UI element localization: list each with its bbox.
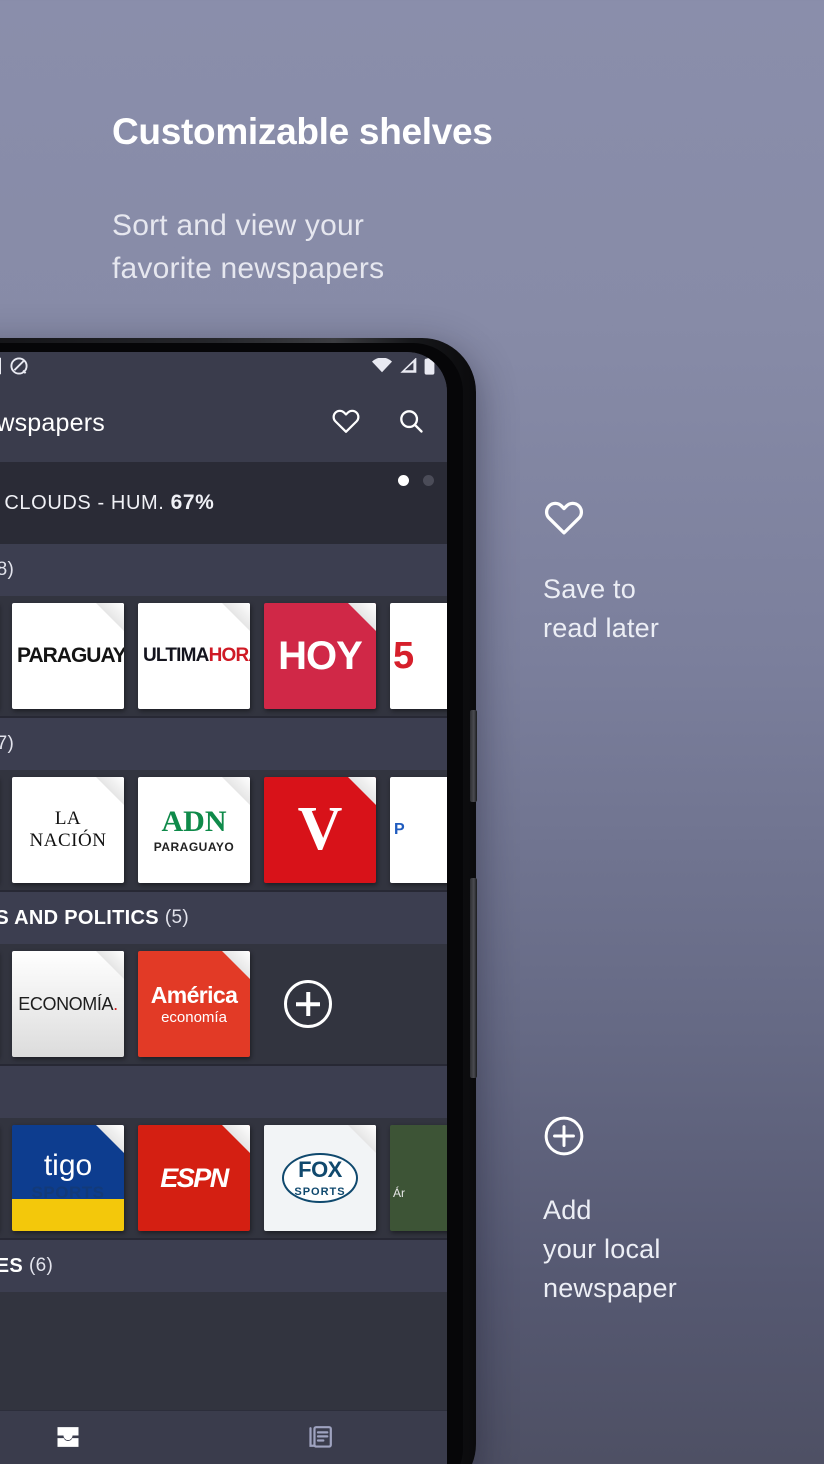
page-fold-icon [348,1125,376,1153]
newspaper-cover[interactable]: LA NACIÓN [12,777,124,883]
inbox-icon [54,1423,82,1456]
phone-screen: Newspapers FEW CLOUDS - HUM. 67% [0,352,447,1464]
newspaper-cover[interactable]: Ár [390,1125,447,1231]
shelf-header[interactable]: TS (6) [0,1066,447,1118]
page-fold-icon [96,777,124,805]
annotation-text: Add your local newspaper [543,1191,677,1308]
newspaper-cover[interactable]: ULTIMAHORA [138,603,250,709]
app-bar-title: Newspapers [0,408,105,437]
heart-outline-icon [543,498,659,541]
shelf-count: (5) [164,907,190,928]
power-button[interactable] [470,878,477,1078]
signal-icon [399,357,417,378]
sd-card-icon [0,357,1,380]
article-icon [307,1423,335,1456]
newspaper-cover[interactable]: V [264,777,376,883]
weather-humidity: 67% [170,491,215,514]
plus-circle-icon [543,1115,677,1162]
newspaper-cover[interactable]: 5 [390,603,447,709]
shelf-count: (8) [0,559,15,580]
annotation-text: Save to read later [543,570,659,648]
page-fold-icon [96,951,124,979]
weather-pagination-dots[interactable] [398,475,434,486]
newspaper-cover[interactable]: HOY [264,603,376,709]
app-bar: Newspapers [0,384,447,462]
shelf-list: RAL (8) LOR C PARAGUAY.com ULTIMAH [0,544,447,1414]
shelf-header[interactable]: RAL (8) [0,544,447,596]
status-bar [0,352,447,384]
newspaper-cover[interactable]: América economía [138,951,250,1057]
nav-item-newspapers[interactable]: Newspapers [0,1423,195,1464]
shelf-label: OMICS AND POLITICS [0,906,159,929]
app-bar-actions [331,407,425,440]
newspaper-cover[interactable]: FOX SPORTS [264,1125,376,1231]
newspaper-cover[interactable]: ESPN [138,1125,250,1231]
wifi-icon [372,357,392,378]
annotation-line-1: Add [543,1195,592,1225]
shelf-header[interactable]: NAL (7) [0,718,447,770]
phone-mockup: Newspapers FEW CLOUDS - HUM. 67% [0,338,477,1464]
newspaper-cover[interactable]: tigo SPORTS [12,1125,124,1231]
shelf-header[interactable]: RDITIES (6) [0,1240,447,1292]
shelf-row[interactable]: LUS + ECONOMÍA. Américaeconomía [0,944,447,1066]
add-newspaper-button[interactable] [284,980,332,1028]
do-not-disturb-icon [10,356,28,380]
page-title: Customizable shelves [112,111,493,152]
subtitle-line-1: Sort and view your [112,209,365,242]
status-bar-right-icons [372,356,435,380]
weather-condition: FEW CLOUDS - HUM. [0,492,165,514]
shelf-row[interactable] [0,1292,447,1414]
shelf-row[interactable]: LOR C PARAGUAY.com ULTIMAHORA HOY [0,596,447,718]
page-fold-icon [222,951,250,979]
shelf-count: (7) [0,733,15,754]
newspaper-cover[interactable]: ECONOMÍA. [12,951,124,1057]
weather-text: FEW CLOUDS - HUM. 67% [0,491,214,515]
annotation-line-2: your local [543,1234,661,1265]
volume-button[interactable] [470,710,477,802]
shelf-row[interactable]: D tigoSPORTS ESPN FOXSPORTS [0,1118,447,1240]
favorites-button[interactable] [331,407,361,439]
page-fold-icon [348,603,376,631]
page-fold-icon [348,777,376,805]
newspaper-cover[interactable]: ADN PARAGUAYO [138,777,250,883]
nav-item-covers[interactable]: Covers [195,1423,448,1464]
page-fold-icon [222,777,250,805]
shelf-header[interactable]: OMICS AND POLITICS (5) [0,892,447,944]
annotation-line-2: read later [543,613,660,644]
shelf-row[interactable]: RA LA NACIÓN ADNPARAGUAYO V P [0,770,447,892]
annotation-save-to-read-later: Save to read later [543,498,659,648]
search-icon[interactable] [397,407,425,440]
newspaper-cover[interactable]: PARAGUAY.com [12,603,124,709]
page-fold-icon [222,603,250,631]
status-bar-left-icons [0,356,28,380]
weather-banner[interactable]: FEW CLOUDS - HUM. 67% [0,462,447,544]
pagination-dot[interactable] [423,475,434,486]
subtitle-line-2: favorite newspapers [112,251,385,285]
annotation-line-3: newspaper [543,1273,677,1304]
shelf-label: RDITIES [0,1254,23,1277]
annotation-line-1: Save to [543,574,636,604]
pagination-dot-active[interactable] [398,475,409,486]
page-fold-icon [222,1125,250,1153]
page-subtitle: Sort and view your favorite newspapers [112,205,384,290]
shelf-count: (6) [29,1255,54,1276]
page-fold-icon [96,603,124,631]
newspaper-cover[interactable]: P [390,777,447,883]
annotation-add-local-newspaper: Add your local newspaper [543,1115,677,1308]
bottom-navigation: Newspapers Covers [0,1410,447,1464]
